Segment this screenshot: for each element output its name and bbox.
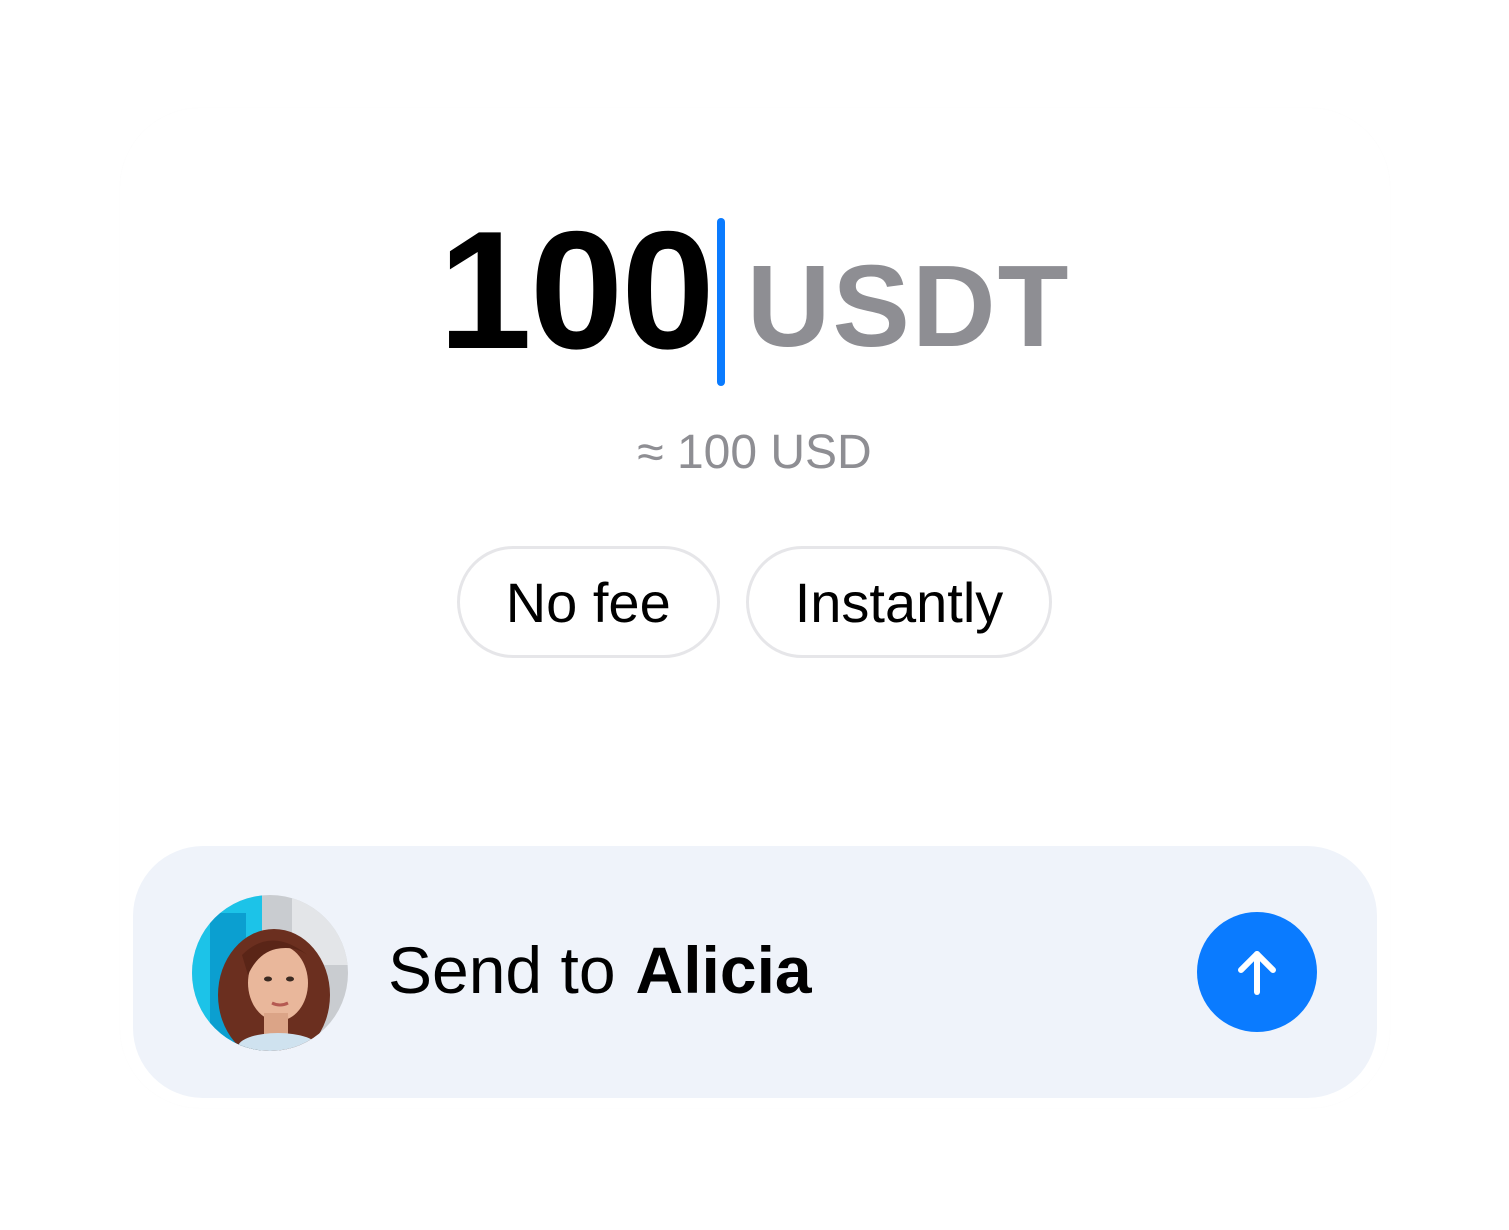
amount-value[interactable]: 100	[438, 206, 714, 374]
recipient-name: Alicia	[635, 933, 812, 1007]
chip-no-fee: No fee	[456, 546, 720, 658]
text-caret	[716, 218, 725, 386]
amount-input[interactable]: 100 USDT	[0, 206, 1509, 392]
avatar-photo-icon	[192, 895, 348, 1051]
fiat-estimate: ≈ 100 USD	[637, 426, 872, 479]
chip-instantly: Instantly	[745, 546, 1053, 658]
send-prefix: Send to	[388, 933, 616, 1007]
send-button[interactable]	[1197, 912, 1317, 1032]
arrow-up-icon	[1238, 951, 1276, 995]
feature-chips: No fee Instantly	[0, 546, 1509, 658]
amount-currency: USDT	[746, 241, 1071, 371]
avatar	[192, 895, 348, 1051]
send-to-recipient-bar[interactable]: Send to Alicia	[133, 846, 1377, 1098]
send-label: Send to Alicia	[388, 932, 812, 1008]
